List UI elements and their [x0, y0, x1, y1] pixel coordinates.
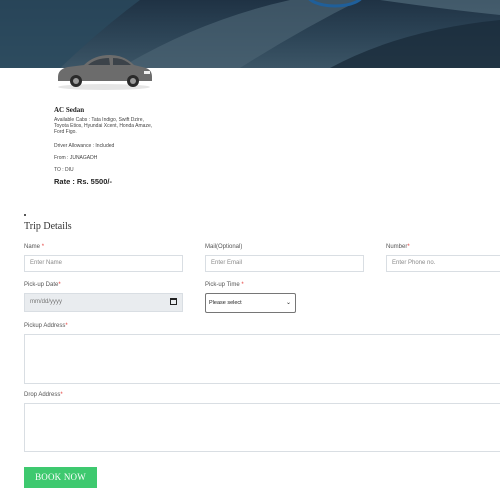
number-label-text: Number — [386, 244, 408, 250]
car-title: AC Sedan — [54, 106, 85, 114]
chevron-down-icon: ⌄ — [285, 300, 291, 306]
name-input[interactable]: Enter Name — [24, 255, 183, 272]
pickup-time-select[interactable]: Please select ⌄ — [205, 293, 296, 313]
pickup-date-input[interactable]: mm/dd/yyyy — [24, 293, 183, 312]
available-cabs: Available Cabs : Tata Indigo, Swift Dzir… — [54, 117, 153, 135]
rate: Rate : Rs. 5500/- — [54, 177, 112, 186]
driver-allowance: Driver Allowance : Included — [54, 143, 115, 149]
pickup-address-textarea[interactable] — [24, 334, 500, 384]
required-mark: * — [241, 282, 244, 288]
time-select-value: Please select — [209, 300, 242, 306]
email-placeholder: Enter Email — [211, 260, 243, 266]
mail-label: Mail(Optional) — [205, 244, 243, 250]
drop-address-label-text: Drop Address — [24, 392, 61, 398]
calendar-icon[interactable] — [170, 298, 177, 305]
bullet-dot — [24, 214, 26, 216]
name-placeholder: Enter Name — [30, 260, 63, 266]
pickup-time-label: Pick-up Time * — [205, 282, 244, 288]
phone-input[interactable]: Enter Phone no. — [386, 255, 500, 272]
required-mark: * — [58, 282, 61, 288]
pickup-address-label: Pickup Address* — [24, 323, 68, 329]
drop-address-label: Drop Address* — [24, 392, 63, 398]
pickup-date-label: Pick-up Date* — [24, 282, 61, 288]
pickup-time-label-text: Pick-up Time — [205, 282, 240, 288]
car-image — [54, 47, 154, 91]
section-title: Trip Details — [24, 221, 72, 232]
required-mark: * — [65, 323, 68, 329]
pickup-address-label-text: Pickup Address — [24, 323, 66, 329]
pickup-date-label-text: Pick-up Date — [24, 282, 59, 288]
required-mark: * — [41, 244, 45, 250]
required-mark: * — [60, 392, 63, 398]
name-label-text: Name — [24, 244, 41, 250]
required-mark: * — [407, 244, 410, 250]
name-label: Name * — [24, 244, 44, 250]
to-location: TO : DIU — [54, 167, 74, 173]
phone-placeholder: Enter Phone no. — [392, 260, 436, 266]
date-placeholder: mm/dd/yyyy — [30, 299, 63, 305]
number-label: Number* — [386, 244, 410, 250]
drop-address-textarea[interactable] — [24, 403, 500, 452]
book-now-button[interactable]: BOOK NOW — [24, 467, 97, 488]
from-location: From : JUNAGADH — [54, 155, 98, 161]
email-input[interactable]: Enter Email — [205, 255, 364, 272]
